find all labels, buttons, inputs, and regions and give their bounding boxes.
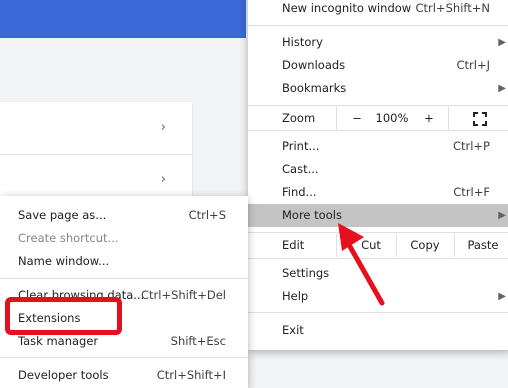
menu-divider [0,357,248,358]
menu-item-label: Print... [282,139,320,153]
more-tools-submenu: Save page as... Ctrl+S Create shortcut..… [0,196,248,388]
menu-divider [248,130,508,131]
submenu-arrow-icon: ▶ [498,210,506,221]
zoom-divider [448,107,449,130]
submenu-item-save-page[interactable]: Save page as... Ctrl+S [0,204,248,227]
menu-item-cast[interactable]: Cast... [248,158,508,181]
chevron-right-icon: › [160,172,166,187]
menu-item-label: Developer tools [18,368,109,382]
shortcut-label: Ctrl+Shift+Del [141,288,226,302]
submenu-item-create-shortcut: Create shortcut... [0,227,248,250]
menu-item-label: Downloads [282,58,346,72]
shortcut-label: Ctrl+J [456,58,491,72]
page-header-bar [0,0,246,38]
settings-card: › › [0,102,192,208]
menu-item-new-incognito[interactable]: New incognito window Ctrl+Shift+N [248,0,508,20]
menu-item-label: Name window... [18,254,110,268]
menu-item-label: Help [282,289,309,303]
submenu-arrow-icon: ▶ [498,37,506,48]
menu-item-label: History [282,35,323,49]
menu-item-label: Settings [282,266,330,280]
annotation-highlight-box [5,297,122,335]
submenu-item-developer-tools[interactable]: Developer tools Ctrl+Shift+I [0,364,248,387]
shortcut-label: Ctrl+S [188,208,226,222]
edit-label: Edit [282,238,305,252]
zoom-level: 100% [375,111,409,125]
submenu-item-name-window[interactable]: Name window... [0,250,248,273]
shortcut-label: Shift+Esc [170,334,226,348]
paste-button[interactable]: Paste [456,234,508,257]
menu-item-label: Bookmarks [282,81,347,95]
menu-item-print[interactable]: Print... Ctrl+P [248,135,508,158]
shortcut-label: Ctrl+F [453,185,490,199]
menu-item-label: Exit [282,323,304,337]
zoom-label: Zoom [282,111,316,125]
menu-item-label: Save page as... [18,208,107,222]
submenu-arrow-icon: ▶ [498,83,506,94]
shortcut-label: Ctrl+P [452,139,490,153]
menu-divider [248,312,508,313]
zoom-in-button[interactable]: + [420,107,438,130]
zoom-out-button[interactable]: − [348,107,366,130]
fullscreen-icon[interactable] [468,107,492,130]
zoom-divider [336,107,337,130]
chevron-right-icon: › [160,120,166,135]
menu-divider [0,278,248,279]
edit-divider [396,234,397,257]
menu-divider [248,25,508,26]
menu-item-bookmarks[interactable]: Bookmarks ▶ [248,77,508,100]
submenu-arrow-icon: ▶ [498,291,506,302]
menu-item-label: New incognito window [282,1,412,15]
annotation-arrow-icon [338,223,385,306]
menu-divider [248,105,508,106]
menu-item-history[interactable]: History ▶ [248,31,508,54]
menu-item-label: Find... [282,185,317,199]
copy-button[interactable]: Copy [398,234,452,257]
edit-divider [454,234,455,257]
shortcut-label: Ctrl+Shift+N [415,1,490,15]
zoom-row: Zoom − 100% + [248,107,508,130]
menu-item-exit[interactable]: Exit [248,319,508,342]
shortcut-label: Ctrl+Shift+I [156,368,226,382]
settings-row[interactable]: › [0,102,192,155]
menu-item-label: Cast... [282,162,319,176]
menu-item-find[interactable]: Find... Ctrl+F [248,181,508,204]
menu-item-downloads[interactable]: Downloads Ctrl+J [248,54,508,77]
menu-item-label: Create shortcut... [18,231,119,245]
